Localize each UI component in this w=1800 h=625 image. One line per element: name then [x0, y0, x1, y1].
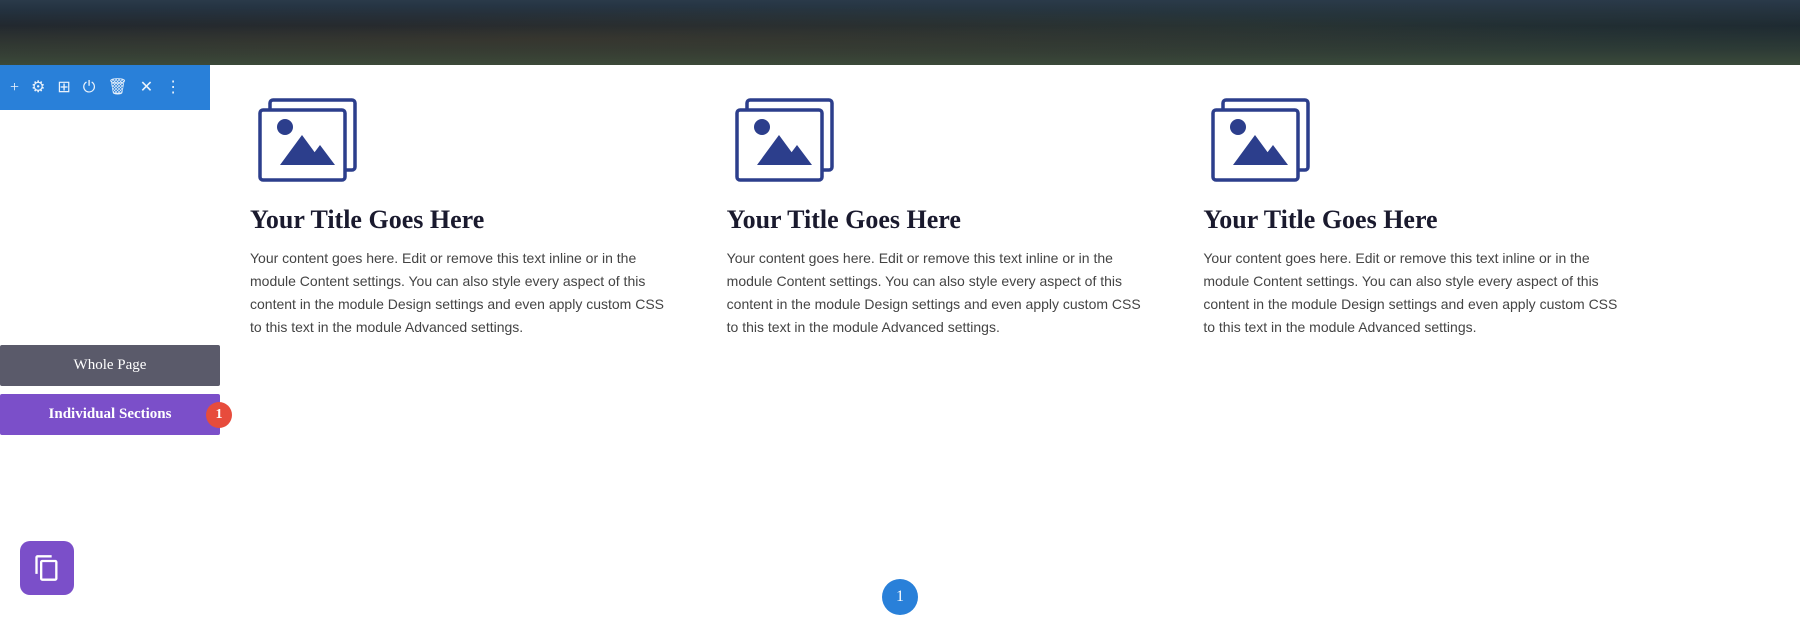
settings-icon[interactable]: ⚙	[31, 80, 45, 96]
more-icon[interactable]: ⋮	[165, 80, 181, 96]
image-placeholder-3	[1203, 85, 1323, 185]
image-placeholder-2	[727, 85, 847, 185]
sidebar-panel: Whole Page Individual Sections 1	[0, 345, 220, 435]
add-icon[interactable]: +	[10, 80, 19, 96]
delete-icon[interactable]: 🗑	[107, 80, 127, 96]
copy-icon	[33, 554, 61, 582]
column-2: Your Title Goes Here Your content goes h…	[727, 85, 1144, 339]
column-1: Your Title Goes Here Your content goes h…	[250, 85, 667, 339]
column-3-body: Your content goes here. Edit or remove t…	[1203, 247, 1620, 339]
header-image	[0, 0, 1800, 65]
pagination-number: 1	[896, 588, 904, 606]
duplicate-icon[interactable]: ⊞	[57, 80, 70, 96]
whole-page-button[interactable]: Whole Page	[0, 345, 220, 386]
column-2-title: Your Title Goes Here	[727, 205, 961, 235]
column-1-title: Your Title Goes Here	[250, 205, 484, 235]
column-2-body: Your content goes here. Edit or remove t…	[727, 247, 1144, 339]
close-icon[interactable]: ✕	[140, 80, 153, 96]
columns-area: Your Title Goes Here Your content goes h…	[0, 65, 1800, 359]
column-3: Your Title Goes Here Your content goes h…	[1203, 85, 1620, 339]
individual-sections-label: Individual Sections	[49, 406, 172, 422]
individual-sections-button[interactable]: Individual Sections 1	[0, 394, 220, 435]
toolbar: + ⚙ ⊞ ⏻ 🗑 ✕ ⋮	[0, 65, 210, 110]
fab-button[interactable]	[20, 541, 74, 595]
column-3-title: Your Title Goes Here	[1203, 205, 1437, 235]
sections-badge: 1	[206, 402, 232, 428]
column-1-body: Your content goes here. Edit or remove t…	[250, 247, 667, 339]
power-icon[interactable]: ⏻	[83, 80, 96, 96]
image-placeholder-1	[250, 85, 370, 185]
pagination-button[interactable]: 1	[882, 579, 918, 615]
